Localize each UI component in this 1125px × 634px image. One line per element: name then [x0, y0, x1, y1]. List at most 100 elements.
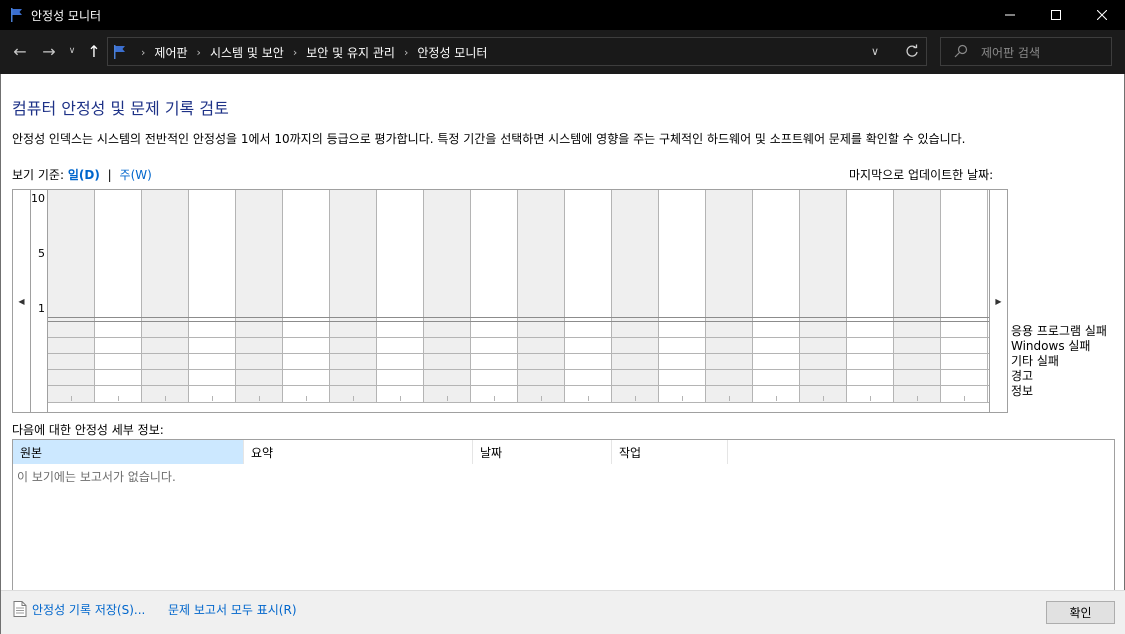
footer: 안정성 기록 저장(S)... 문제 보고서 모두 표시(R) 확인 — [1, 590, 1125, 634]
close-button[interactable] — [1079, 0, 1125, 30]
chart-plot-area[interactable] — [48, 190, 989, 412]
view-separator: | — [107, 168, 112, 182]
triangle-left-icon: ◀ — [18, 296, 25, 306]
grid-line — [48, 337, 989, 338]
grid-line — [48, 369, 989, 370]
x-tick — [823, 396, 824, 401]
x-tick — [917, 396, 918, 401]
x-tick — [353, 396, 354, 401]
search-icon — [954, 44, 968, 58]
title-bar: 안정성 모니터 — [0, 0, 1125, 30]
chart-day-column[interactable] — [377, 190, 424, 402]
x-tick — [729, 396, 730, 401]
x-tick — [306, 396, 307, 401]
view-label: 보기 기준: — [12, 168, 65, 182]
arrow-right-icon: → — [42, 41, 56, 61]
view-day-link[interactable]: 일(D) — [68, 168, 100, 182]
chart-day-column[interactable] — [236, 190, 283, 402]
minimize-icon — [1005, 14, 1015, 16]
refresh-icon[interactable] — [904, 43, 920, 59]
main-content: 컴퓨터 안정성 및 문제 기록 검토 안정성 인덱스는 시스템의 전반적인 안정… — [0, 74, 1125, 634]
x-tick — [259, 396, 260, 401]
search-input[interactable]: 제어판 검색 — [940, 37, 1112, 66]
scroll-right-button[interactable]: ▶ — [989, 190, 1007, 412]
maximize-button[interactable] — [1033, 0, 1079, 30]
breadcrumb-item[interactable]: 시스템 및 보안 — [210, 44, 284, 61]
maximize-icon — [1051, 10, 1061, 20]
chart-day-column[interactable] — [142, 190, 189, 402]
chart-day-column[interactable] — [753, 190, 800, 402]
column-header-source[interactable]: 원본 — [13, 440, 244, 464]
chart-day-column[interactable] — [565, 190, 612, 402]
x-tick — [776, 396, 777, 401]
chart-day-column[interactable] — [847, 190, 894, 402]
scroll-left-button[interactable]: ◀ — [13, 190, 31, 412]
chart-day-column[interactable] — [612, 190, 659, 402]
navigation-bar: ← → ∨ ↑ › 제어판 › 시스템 및 보안 › 보안 및 유지 관리 › … — [0, 30, 1125, 74]
grid-line — [48, 317, 989, 318]
breadcrumb-separator-icon: › — [292, 46, 298, 59]
close-icon — [1097, 10, 1107, 20]
grid-line — [48, 321, 989, 322]
breadcrumb-item[interactable]: 보안 및 유지 관리 — [306, 44, 395, 61]
chevron-down-icon[interactable]: ∨ — [871, 45, 879, 58]
chart-day-column[interactable] — [471, 190, 518, 402]
address-bar[interactable]: › 제어판 › 시스템 및 보안 › 보안 및 유지 관리 › 안정성 모니터 … — [107, 37, 927, 66]
ok-button[interactable]: 확인 — [1046, 601, 1115, 624]
y-tick-label: 5 — [38, 247, 45, 260]
back-button[interactable]: ← — [12, 40, 28, 62]
chart-day-column[interactable] — [330, 190, 377, 402]
forward-button[interactable]: → — [41, 40, 57, 62]
reliability-chart: ◀ 10 5 1 ▶ — [12, 189, 1008, 413]
column-header-summary[interactable]: 요약 — [244, 440, 473, 464]
grid-line — [48, 353, 989, 354]
chart-day-column[interactable] — [424, 190, 471, 402]
last-updated-label: 마지막으로 업데이트한 날짜: — [849, 168, 994, 182]
x-tick — [212, 396, 213, 401]
chart-day-column[interactable] — [659, 190, 706, 402]
details-label: 다음에 대한 안정성 세부 정보: — [12, 423, 164, 437]
x-tick — [494, 396, 495, 401]
chart-day-column[interactable] — [894, 190, 941, 402]
chart-day-column[interactable] — [48, 190, 95, 402]
chart-day-column[interactable] — [518, 190, 565, 402]
x-tick — [165, 396, 166, 401]
triangle-right-icon: ▶ — [995, 296, 1002, 306]
x-tick — [964, 396, 965, 401]
view-selector: 보기 기준: 일(D) | 주(W) — [12, 166, 152, 183]
minimize-button[interactable] — [987, 0, 1033, 30]
arrow-up-icon: ↑ — [87, 41, 101, 61]
breadcrumb-separator-icon: › — [403, 46, 409, 59]
legend-information: 정보 — [1011, 384, 1034, 398]
x-tick — [870, 396, 871, 401]
column-header-action[interactable]: 작업 — [612, 440, 728, 464]
view-all-reports-link[interactable]: 문제 보고서 모두 표시(R) — [168, 601, 297, 618]
x-tick — [541, 396, 542, 401]
flag-icon — [11, 8, 22, 22]
flag-icon — [114, 45, 125, 59]
document-icon — [13, 601, 27, 617]
chart-day-column[interactable] — [95, 190, 142, 402]
column-header-date[interactable]: 날짜 — [473, 440, 612, 464]
arrow-left-icon: ← — [13, 41, 27, 61]
chart-day-column[interactable] — [283, 190, 330, 402]
x-tick — [400, 396, 401, 401]
chart-day-column[interactable] — [706, 190, 753, 402]
up-button[interactable]: ↑ — [86, 40, 102, 62]
y-axis: 10 5 1 — [31, 190, 48, 412]
chart-day-column[interactable] — [800, 190, 847, 402]
search-placeholder: 제어판 검색 — [981, 46, 1041, 60]
view-week-link[interactable]: 주(W) — [120, 168, 152, 182]
page-description: 안정성 인덱스는 시스템의 전반적인 안정성을 1에서 10까지의 등급으로 평… — [12, 132, 966, 146]
x-tick — [635, 396, 636, 401]
window-title: 안정성 모니터 — [31, 9, 102, 23]
recent-locations-button[interactable]: ∨ — [66, 40, 78, 62]
breadcrumb-item[interactable]: 제어판 — [154, 44, 187, 61]
chart-day-column[interactable] — [189, 190, 236, 402]
x-tick — [588, 396, 589, 401]
page-title: 컴퓨터 안정성 및 문제 기록 검토 — [12, 99, 229, 118]
breadcrumb: › 제어판 › 시스템 및 보안 › 보안 및 유지 관리 › 안정성 모니터 — [132, 44, 487, 61]
breadcrumb-item[interactable]: 안정성 모니터 — [417, 44, 487, 61]
save-history-link[interactable]: 안정성 기록 저장(S)... — [32, 601, 145, 618]
chart-day-column[interactable] — [941, 190, 988, 402]
